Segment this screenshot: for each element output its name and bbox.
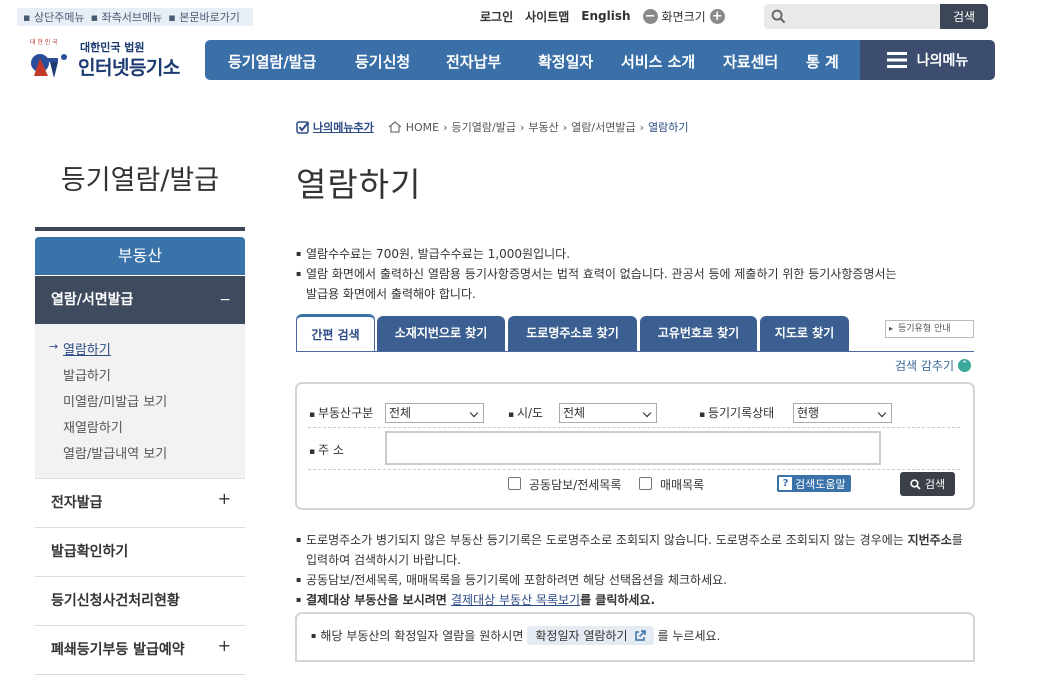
registry-type-guide-button[interactable]: 등기유형 안내	[885, 320, 974, 338]
joint-collateral-label: 공동담보/전세목록	[529, 478, 622, 492]
search-icon	[910, 478, 921, 490]
breadcrumb-registry-view[interactable]: 등기열람/발급	[452, 119, 516, 135]
svg-text:대 한 민 국: 대 한 민 국	[30, 38, 58, 46]
expand-icon: +	[217, 489, 231, 508]
fee-notes: 열람수수료는 700원, 발급수수료는 1,000원입니다. 열람 화면에서 출…	[296, 244, 976, 304]
lnb-sub-issue[interactable]: 발급하기	[63, 365, 111, 384]
nav-item-service-intro[interactable]: 서비스 소개	[621, 51, 695, 72]
lnb-title: 등기열람/발급	[60, 165, 220, 196]
lnb-item-closed-reservation[interactable]: 폐쇄등기부등 발급예약 +	[35, 626, 245, 675]
nav-item-registry-view[interactable]: 등기열람/발급	[228, 51, 316, 72]
expand-icon: +	[217, 636, 231, 655]
breadcrumb-current: 열람하기	[647, 121, 689, 134]
payment-target-list-link[interactable]: 결제대상 부동산 목록보기	[451, 593, 580, 607]
fixed-date-view-button[interactable]: 확정일자 열람하기	[527, 626, 654, 645]
lnb-sub-view[interactable]: 열람하기	[63, 339, 111, 358]
skip-link-top-menu[interactable]: ▪ 상단주메뉴	[23, 9, 85, 25]
lnb-sub-unviewed[interactable]: 미열람/미발급 보기	[63, 391, 167, 410]
site-logo[interactable]: 대 한 민 국 대한민국 법원 인터넷등기소	[20, 32, 200, 82]
form-divider	[308, 469, 960, 470]
logo-site-name: 인터넷등기소	[78, 57, 180, 79]
breadcrumb-home[interactable]: HOME	[406, 121, 439, 134]
login-link[interactable]: 로그인	[480, 8, 513, 25]
fixed-date-post: 를 누르세요.	[657, 629, 721, 643]
collapse-icon: −	[219, 292, 231, 308]
home-icon	[388, 121, 402, 133]
zoom-out-button[interactable]: −	[642, 8, 658, 24]
tab-underline	[296, 351, 974, 352]
sales-list-checkbox[interactable]	[639, 477, 652, 490]
lnb-section-real-estate[interactable]: 부동산	[35, 237, 245, 275]
tab-lot-number[interactable]: 소재지번으로 찾기	[377, 316, 505, 351]
chevron-up-icon: ⌃	[958, 359, 972, 372]
label-address: 주 소	[309, 441, 344, 458]
my-menu-label: 나의메뉴	[916, 53, 969, 69]
zoom-control: − 화면크기 +	[642, 8, 725, 25]
skip-links: ▪ 상단주메뉴 ▪ 좌측서브메뉴 ▪ 본문바로가기	[17, 8, 253, 26]
note-payment-target: 결제대상 부동산을 보시려면 결제대상 부동산 목록보기를 클릭하세요.	[296, 590, 976, 610]
fixed-date-pre: 해당 부동산의 확정일자 열람을 원하시면	[320, 629, 524, 643]
property-type-select[interactable]: 전체	[385, 403, 484, 423]
search-help-button[interactable]: ? 검색도움말	[777, 475, 851, 492]
breadcrumb-view-issue[interactable]: 열람/서면발급	[571, 119, 635, 135]
main-nav: 등기열람/발급 등기신청 전자납부 확정일자 서비스 소개 자료센터 통 계	[205, 40, 860, 80]
lnb-item-case-status[interactable]: 등기신청사건처리현황	[35, 577, 245, 626]
zoom-in-button[interactable]: +	[709, 8, 725, 24]
add-my-menu-link[interactable]: 나의메뉴추가	[296, 119, 374, 135]
nav-item-fixed-date[interactable]: 확정일자	[538, 51, 593, 72]
label-property-type: 부동산구분	[309, 404, 373, 421]
tab-simple-search[interactable]: 간편 검색	[296, 314, 375, 352]
note-legal-effect: 열람 화면에서 출력하신 열람용 등기사항증명서는 법적 효력이 없습니다. 관…	[296, 264, 976, 304]
breadcrumb-real-estate[interactable]: 부동산	[528, 119, 558, 135]
lnb-sub-history[interactable]: 열람/발급내역 보기	[63, 443, 167, 462]
lnb-submenu: → 열람하기 발급하기 미열람/미발급 보기 재열람하기 열람/발급내역 보기	[35, 324, 245, 479]
city-select[interactable]: 전체	[559, 403, 657, 423]
tab-road-address[interactable]: 도로명주소로 찾기	[508, 316, 637, 351]
sales-list-label: 매매목록	[660, 478, 705, 492]
form-search-button[interactable]: 검색	[900, 472, 955, 496]
lnb-sub-review[interactable]: 재열람하기	[63, 417, 123, 436]
page-title: 열람하기	[296, 165, 422, 204]
lnb-item-view-issue[interactable]: 열람/서면발급 −	[35, 276, 245, 324]
lnb-divider	[35, 227, 245, 231]
form-divider	[308, 427, 960, 428]
lnb-item-issue-check[interactable]: 발급확인하기	[35, 528, 245, 577]
label-record-status: 등기기록상태	[699, 404, 774, 421]
my-menu-button[interactable]: 나의메뉴	[860, 40, 995, 80]
note-fee: 열람수수료는 700원, 발급수수료는 1,000원입니다.	[296, 244, 976, 264]
skip-link-content[interactable]: ▪ 본문바로가기	[168, 9, 240, 25]
utility-menu: 로그인 사이트맵 English − 화면크기 +	[480, 6, 725, 26]
nav-item-data-center[interactable]: 자료센터	[723, 51, 778, 72]
joint-collateral-checkbox[interactable]	[508, 477, 521, 490]
skip-link-side-menu[interactable]: ▪ 좌측서브메뉴	[91, 9, 163, 25]
search-input[interactable]	[764, 4, 940, 29]
breadcrumb: 나의메뉴추가 HOME › 등기열람/발급 › 부동산 › 열람/서면발급 › 열람하기	[296, 119, 688, 135]
hamburger-icon	[886, 52, 907, 68]
nav-item-e-payment[interactable]: 전자납부	[446, 51, 501, 72]
hide-search-toggle[interactable]: 검색 감추기 ⌃	[895, 357, 972, 374]
lnb-item-e-issue[interactable]: 전자발급 +	[35, 479, 245, 528]
current-arrow-icon: →	[49, 340, 59, 353]
label-city: 시/도	[508, 404, 543, 421]
zoom-label: 화면크기	[661, 9, 706, 24]
address-input[interactable]	[385, 431, 881, 465]
external-link-icon	[634, 629, 646, 641]
search-notes: 도로명주소가 병기되지 않은 부동산 등기기록은 도로명주소로 조회되지 않습니…	[296, 530, 976, 610]
english-link[interactable]: English	[581, 9, 630, 23]
note-options: 공동담보/전세목록, 매매목록을 등기기록에 포함하려면 해당 선택옵션을 체크…	[296, 570, 976, 590]
search-icon	[771, 9, 786, 24]
nav-item-registry-apply[interactable]: 등기신청	[355, 51, 410, 72]
sitemap-link[interactable]: 사이트맵	[525, 8, 569, 25]
check-icon	[296, 121, 310, 134]
top-search-button[interactable]: 검색	[940, 4, 988, 29]
nav-item-statistics[interactable]: 통 계	[806, 51, 839, 72]
tab-unique-number[interactable]: 고유번호로 찾기	[640, 316, 757, 351]
court-emblem-icon: 대 한 민 국	[30, 38, 67, 78]
fixed-date-box: ▪ 해당 부동산의 확정일자 열람을 원하시면 확정일자 열람하기 를 누르세요…	[295, 612, 975, 662]
note-road-address: 도로명주소가 병기되지 않은 부동산 등기기록은 도로명주소로 조회되지 않습니…	[296, 530, 976, 570]
question-icon: ?	[779, 477, 792, 490]
record-status-select[interactable]: 현행	[793, 403, 892, 423]
tab-map[interactable]: 지도로 찾기	[760, 316, 849, 351]
